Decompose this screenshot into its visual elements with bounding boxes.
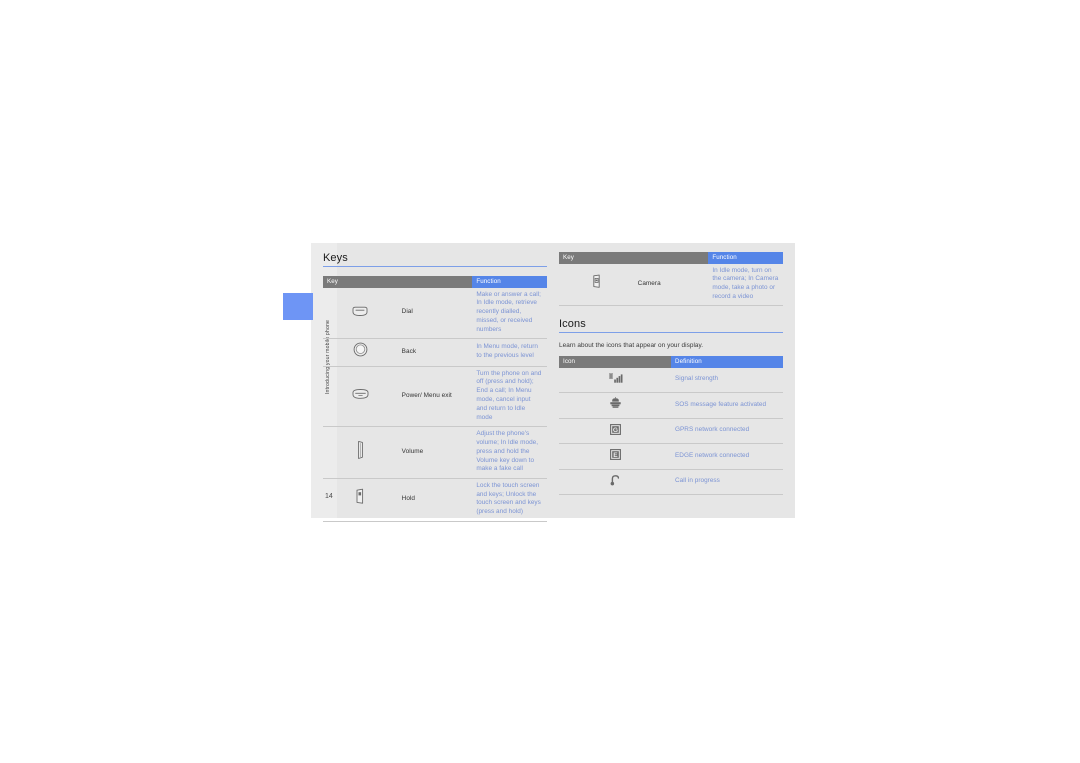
- manual-page: Introducing your mobile phone Keys Key F…: [283, 243, 795, 522]
- key-glyph-cell: [323, 426, 398, 479]
- table-row: Signal strength: [559, 367, 783, 394]
- chapter-tab-marker: [283, 293, 313, 320]
- icons-table-header-row: Icon Definition: [559, 356, 783, 368]
- table-row: G GPRS network connected: [559, 418, 783, 445]
- screenshot-canvas: Introducing your mobile phone Keys Key F…: [0, 0, 1080, 763]
- table-row: Call in progress: [559, 469, 783, 496]
- table-row: Camera In Idle mode, turn on the camera;…: [559, 263, 783, 307]
- keys-table-header-row: Key Function: [323, 276, 547, 288]
- dial-key-icon: [351, 306, 369, 317]
- status-glyph-cell: [559, 392, 671, 419]
- icons-section-intro: Learn about the icons that appear on you…: [559, 342, 704, 350]
- table-row: Hold Lock the touch screen and keys; Unl…: [323, 478, 547, 522]
- icon-definition: GPRS network connected: [671, 418, 783, 445]
- gprs-network-icon: G: [609, 423, 621, 435]
- back-key-icon: [353, 342, 368, 357]
- icon-definition: Signal strength: [671, 367, 783, 394]
- table-row: Volume Adjust the phone's volume; In Idl…: [323, 426, 547, 479]
- table-row: Back In Menu mode, return to the previou…: [323, 338, 547, 367]
- icon-definition: SOS message feature activated: [671, 392, 783, 419]
- key-name: Volume: [397, 426, 473, 479]
- power-menu-exit-key-icon: [351, 388, 370, 400]
- table-row: Power/ Menu exit Turn the phone on and o…: [323, 366, 547, 428]
- icons-table: Icon Definition Signal strength SOS mess…: [559, 356, 783, 496]
- key-description: Turn the phone on and off (press and hol…: [472, 366, 547, 428]
- status-glyph-cell: [559, 469, 671, 496]
- hold-key-icon: [355, 488, 365, 505]
- status-glyph-cell: E: [559, 443, 671, 470]
- left-column: Keys Key Function Dial Make or answer a …: [323, 252, 547, 522]
- svg-text:G: G: [612, 427, 617, 434]
- key-description: In Menu mode, return to the previous lev…: [472, 338, 547, 367]
- edge-network-icon: E: [609, 449, 621, 461]
- table-row: SOS message feature activated: [559, 392, 783, 419]
- keys-table-header-key: Key: [323, 276, 473, 288]
- icon-definition: EDGE network connected: [671, 443, 783, 470]
- keys-continued-header-key: Key: [559, 252, 709, 264]
- key-description: In Idle mode, turn on the camera; In Cam…: [708, 263, 783, 307]
- key-glyph-cell: [323, 287, 398, 340]
- icons-section-title: Icons: [559, 318, 783, 334]
- signal-strength-icon: [608, 372, 623, 384]
- keys-table-header-function: Function: [472, 276, 547, 288]
- status-glyph-cell: [559, 367, 671, 394]
- camera-key-icon: [592, 274, 601, 289]
- keys-table-continued: Key Function Camera In Idle mode, turn o…: [559, 252, 783, 307]
- keys-table: Key Function Dial Make or answer a call;…: [323, 276, 547, 522]
- page-columns: Keys Key Function Dial Make or answer a …: [323, 252, 783, 522]
- icon-definition: Call in progress: [671, 469, 783, 496]
- table-row: Dial Make or answer a call; In Idle mode…: [323, 287, 547, 340]
- keys-continued-header-function: Function: [708, 252, 783, 264]
- key-glyph-cell: [323, 478, 398, 522]
- key-description: Lock the touch screen and keys; Unlock t…: [472, 478, 547, 522]
- key-description: Make or answer a call; In Idle mode, ret…: [472, 287, 547, 340]
- key-glyph-cell: [559, 263, 634, 307]
- key-name: Hold: [397, 478, 473, 522]
- key-glyph-cell: [323, 338, 398, 367]
- key-name: Back: [397, 338, 473, 367]
- table-row: E EDGE network connected: [559, 443, 783, 470]
- volume-key-icon: [356, 440, 365, 460]
- page-number: 14: [325, 493, 333, 500]
- key-glyph-cell: [323, 366, 398, 428]
- key-description: Adjust the phone's volume; In Idle mode,…: [472, 426, 547, 479]
- call-in-progress-icon: [609, 474, 621, 486]
- keys-section-title: Keys: [323, 252, 547, 267]
- keys-continued-header-row: Key Function: [559, 252, 783, 264]
- key-name: Camera: [633, 263, 709, 307]
- key-name: Power/ Menu exit: [397, 366, 473, 428]
- status-glyph-cell: G: [559, 418, 671, 445]
- svg-text:E: E: [613, 452, 618, 459]
- right-column: Key Function Camera In Idle mode, turn o…: [559, 252, 783, 496]
- sos-message-icon: [609, 397, 622, 409]
- icons-table-header-icon: Icon: [559, 356, 671, 368]
- key-name: Dial: [397, 287, 473, 340]
- icons-table-header-definition: Definition: [671, 356, 783, 368]
